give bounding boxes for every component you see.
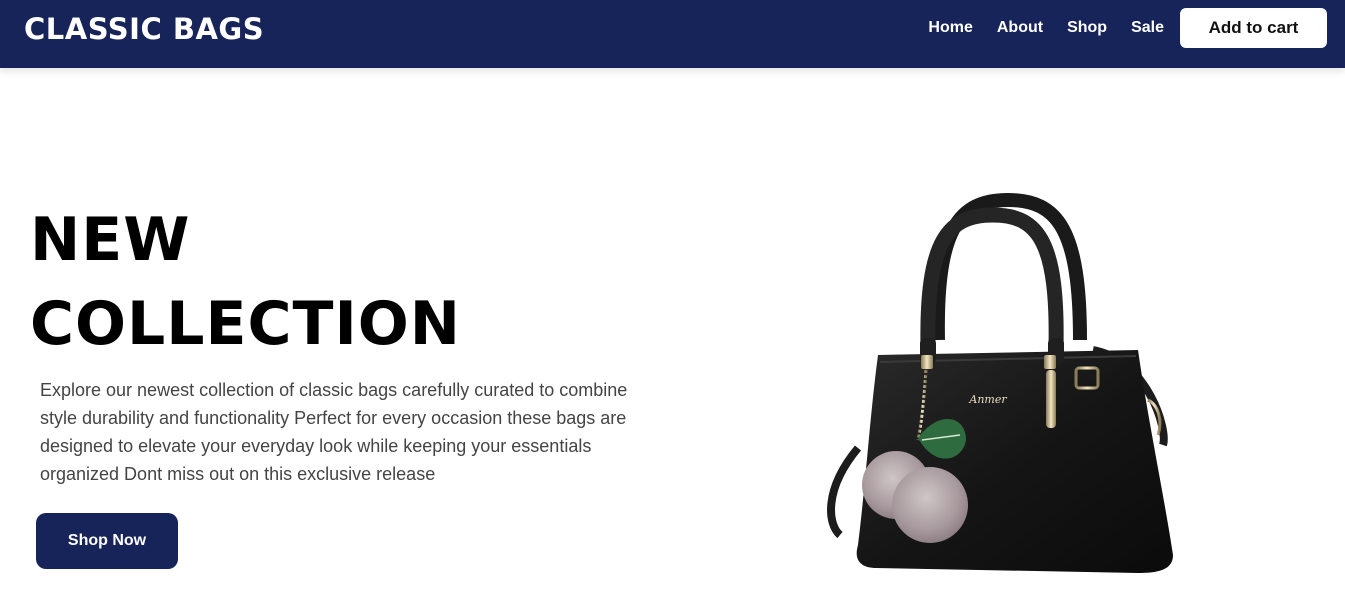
nav-link-home[interactable]: Home	[928, 19, 972, 37]
nav-link-about[interactable]: About	[997, 19, 1043, 37]
hero-title-line-1: NEW	[30, 205, 191, 275]
hero-description: Explore our newest collection of classic…	[40, 380, 628, 484]
navbar: CLASSIC BAGS Home About Shop Sale Add to…	[0, 0, 1345, 68]
shop-now-button[interactable]: Shop Now	[36, 513, 178, 569]
nav-link-shop[interactable]: Shop	[1067, 19, 1107, 37]
nav-links: Home About Shop Sale	[928, 18, 1164, 38]
brand-logo[interactable]: CLASSIC BAGS	[24, 12, 264, 46]
hero-title-line-2: COLLECTION	[30, 289, 461, 359]
add-to-cart-button[interactable]: Add to cart	[1180, 8, 1327, 48]
nav-link-sale[interactable]: Sale	[1131, 19, 1164, 37]
handbag-image: Anmer	[827, 192, 1173, 573]
bag-logo-text: Anmer	[968, 393, 1007, 406]
hero-title: NEW COLLECTION	[30, 198, 461, 366]
